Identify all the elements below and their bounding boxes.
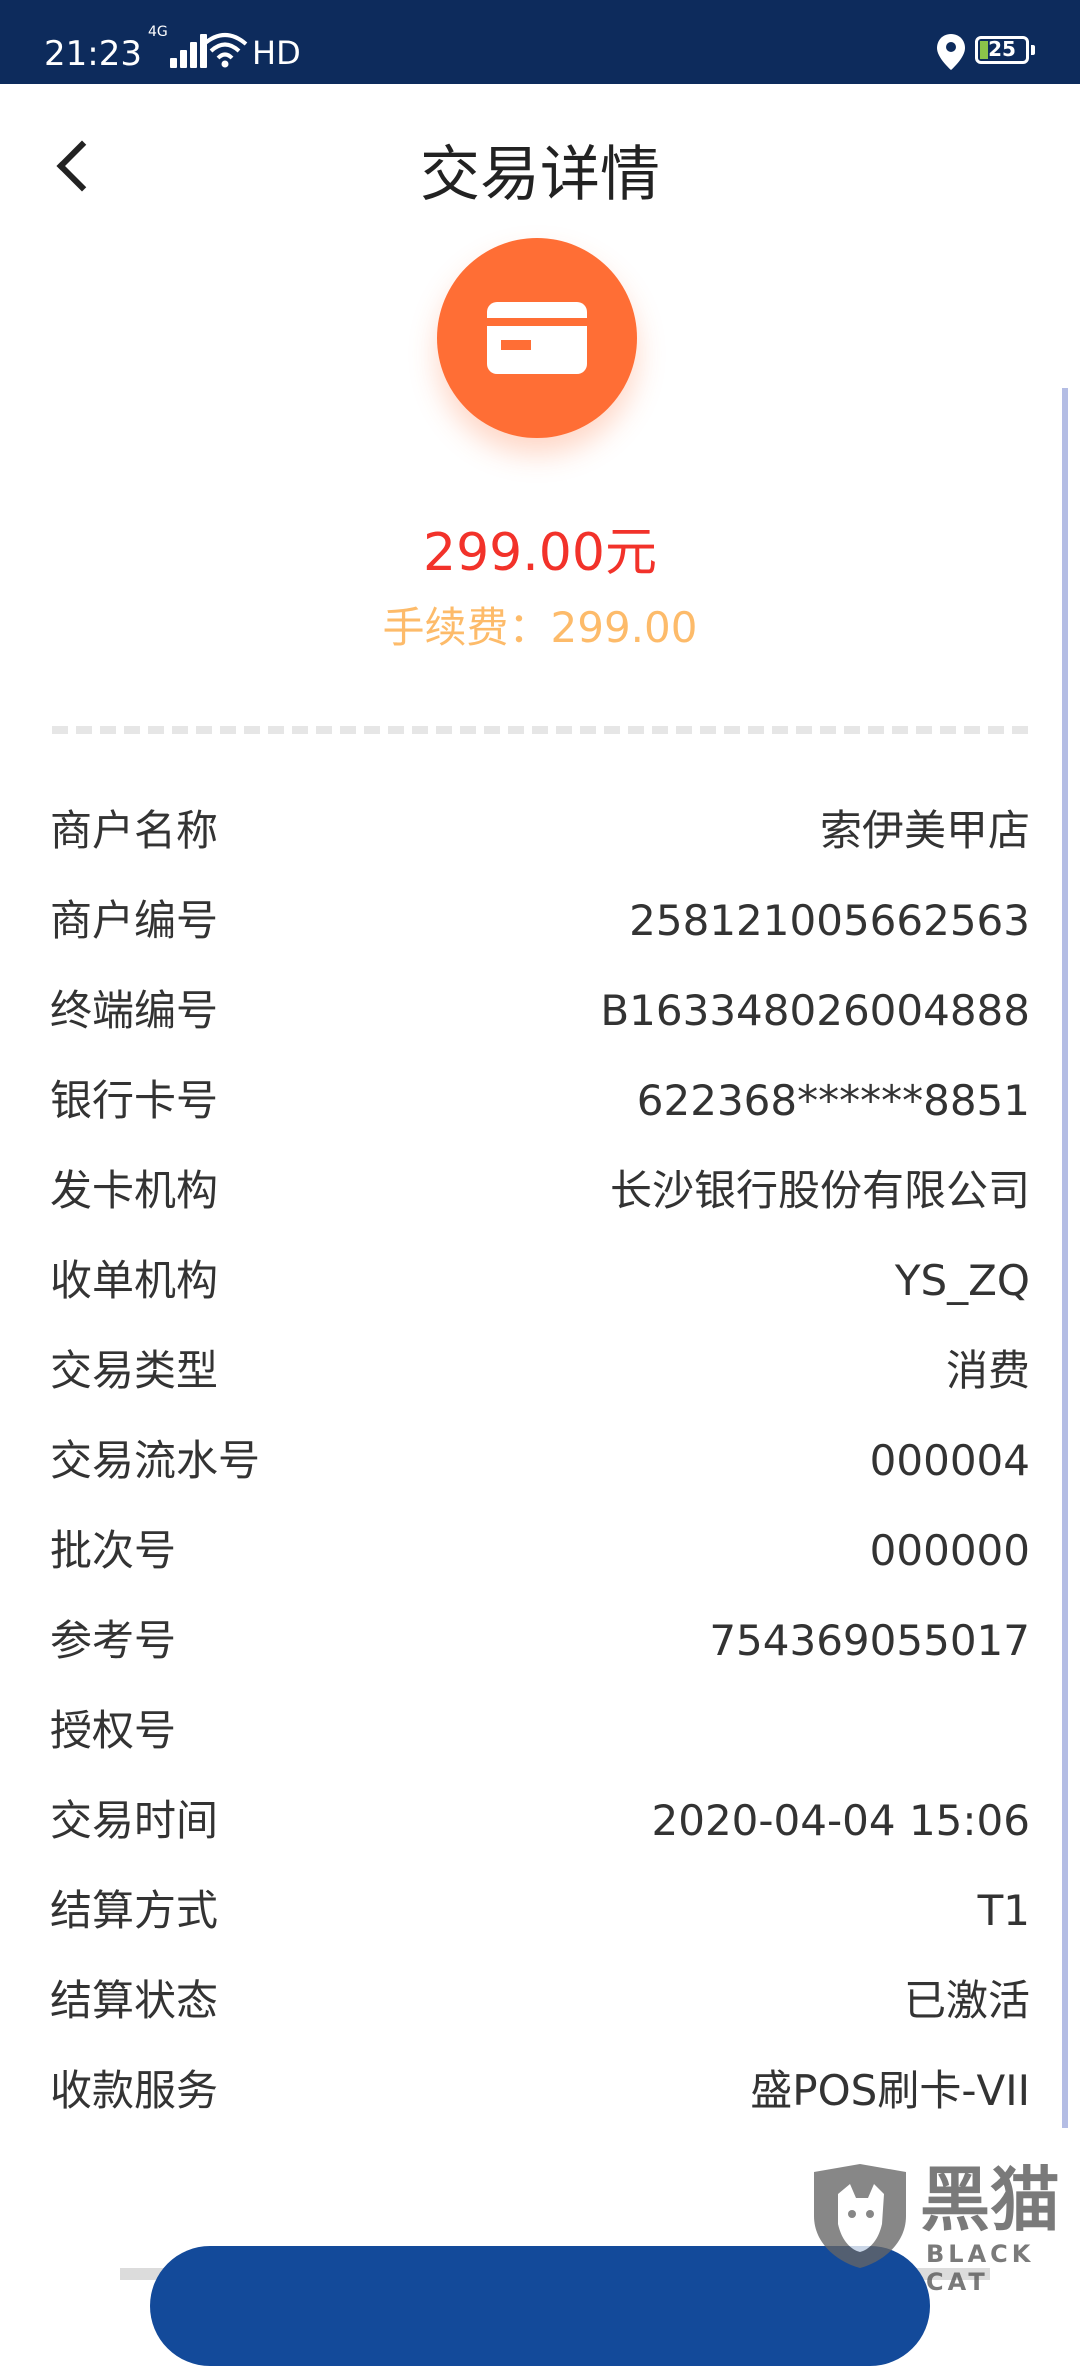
detail-row-terminal-id: 终端编号 B163348026004888: [50, 966, 1030, 1056]
detail-value: 2020-04-04 15:06: [651, 1796, 1030, 1845]
detail-row-settlement-status: 结算状态 已激活: [50, 1956, 1030, 2046]
detail-value: 000004: [869, 1436, 1030, 1485]
detail-label: 参考号: [50, 1616, 177, 1665]
detail-row-card-number: 银行卡号 622368******8851: [50, 1056, 1030, 1146]
detail-label: 交易时间: [50, 1796, 219, 1845]
dashed-divider: [52, 726, 1028, 734]
watermark-sub-text: BLACK CAT: [926, 2240, 1035, 2296]
detail-value: 盛POS刷卡-VII: [750, 2066, 1030, 2115]
transaction-fee: 手续费：299.00: [382, 603, 698, 652]
detail-value: 000000: [869, 1526, 1030, 1575]
detail-label: 交易类型: [50, 1346, 219, 1395]
watermark: 黑猫 BLACK CAT: [808, 2159, 1080, 2296]
detail-row-merchant-name: 商户名称 索伊美甲店: [50, 786, 1030, 876]
cat-shield-icon: [814, 2164, 906, 2268]
detail-label: 终端编号: [50, 986, 219, 1035]
detail-label: 商户编号: [50, 896, 219, 945]
detail-row-merchant-id: 商户编号 258121005662563: [50, 876, 1030, 966]
detail-label: 银行卡号: [50, 1076, 219, 1125]
detail-label: 商户名称: [50, 806, 219, 855]
detail-row-transaction-time: 交易时间 2020-04-04 15:06: [50, 1776, 1030, 1866]
scrollbar[interactable]: [1062, 388, 1068, 2128]
detail-label: 发卡机构: [50, 1166, 219, 1215]
detail-row-serial-number: 交易流水号 000004: [50, 1416, 1030, 1506]
network-type-label: 4G: [148, 24, 168, 40]
status-time: 21:23: [44, 34, 142, 74]
battery-level: 25: [988, 37, 1016, 61]
detail-value: 消费: [945, 1346, 1030, 1395]
detail-label: 结算方式: [50, 1886, 219, 1935]
detail-row-transaction-type: 交易类型 消费: [50, 1326, 1030, 1416]
page-title: 交易详情: [420, 140, 660, 210]
detail-label: 交易流水号: [50, 1436, 261, 1485]
transaction-amount: 299.00元: [423, 523, 657, 583]
detail-row-settlement-method: 结算方式 T1: [50, 1866, 1030, 1956]
wifi-icon: [202, 33, 248, 68]
detail-row-payment-service: 收款服务 盛POS刷卡-VII: [50, 2046, 1030, 2136]
detail-row-acquirer: 收单机构 YS_ZQ: [50, 1236, 1030, 1326]
detail-row-issuer: 发卡机构 长沙银行股份有限公司: [50, 1146, 1030, 1236]
detail-row-batch-number: 批次号 000000: [50, 1506, 1030, 1596]
detail-value: 622368******8851: [636, 1076, 1030, 1125]
detail-row-reference-number: 参考号 754369055017: [50, 1596, 1030, 1686]
detail-row-auth-code: 授权号: [50, 1686, 1030, 1776]
detail-value: YS_ZQ: [894, 1256, 1030, 1305]
status-bar: 21:23 4G HD 25: [0, 0, 1080, 84]
detail-value: 索伊美甲店: [819, 806, 1030, 855]
detail-value: 754369055017: [709, 1616, 1030, 1665]
detail-label: 批次号: [50, 1526, 177, 1575]
detail-value: 已激活: [903, 1976, 1030, 2025]
detail-list: 商户名称 索伊美甲店 商户编号 258121005662563 终端编号 B16…: [0, 786, 1080, 2136]
battery-icon: 25: [975, 36, 1035, 64]
location-icon: [937, 34, 965, 70]
header: 交易详情: [0, 84, 1080, 234]
detail-value: T1: [977, 1886, 1030, 1935]
detail-value: 258121005662563: [629, 896, 1030, 945]
detail-value: 长沙银行股份有限公司: [609, 1166, 1030, 1215]
wifi-hd-label: HD: [252, 34, 301, 72]
credit-card-icon: [437, 238, 637, 438]
detail-value: B163348026004888: [600, 986, 1030, 1035]
detail-label: 收单机构: [50, 1256, 219, 1305]
detail-label: 收款服务: [50, 2066, 219, 2115]
watermark-main-text: 黑猫: [920, 2159, 1060, 2241]
detail-label: 授权号: [50, 1706, 177, 1755]
detail-label: 结算状态: [50, 1976, 219, 2025]
